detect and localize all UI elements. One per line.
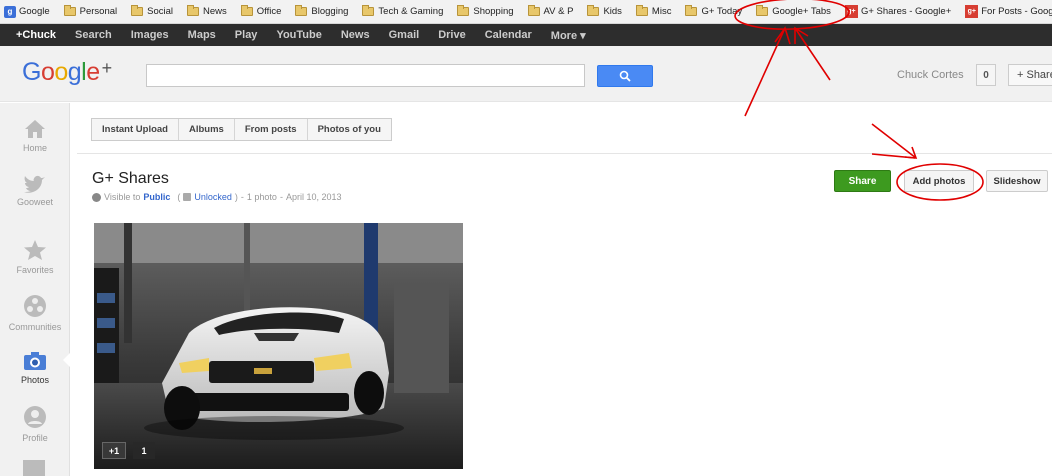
gbar-calendar-link[interactable]: Calendar	[485, 29, 532, 41]
gbar-images-link[interactable]: Images	[131, 29, 169, 41]
gbar-more-menu[interactable]: More ▾	[551, 29, 586, 42]
bookmark-tech-gaming[interactable]: Tech & Gaming	[358, 0, 447, 23]
gbar-search-link[interactable]: Search	[75, 29, 112, 41]
nav-item-home[interactable]: Home	[0, 119, 70, 153]
folder-icon	[635, 5, 648, 16]
add-photos-button[interactable]: Add photos	[904, 170, 974, 192]
nav-item-photos[interactable]: Photos	[0, 351, 70, 385]
user-name[interactable]: Chuck Cortes	[897, 69, 964, 81]
left-navigation: Home Gooweet Favorites Communities Photo…	[0, 103, 70, 476]
folder-icon	[587, 5, 600, 16]
bookmark-google-tabs[interactable]: Google+ Tabs	[752, 0, 835, 23]
share-box-button[interactable]: + Share	[1008, 64, 1052, 86]
search-button[interactable]	[597, 65, 653, 87]
google-icon: g	[4, 5, 16, 18]
nav-item-favorites[interactable]: Favorites	[0, 239, 70, 275]
folder-icon	[457, 5, 470, 16]
selected-nav-pointer	[63, 352, 71, 368]
photo-count: 1 photo	[246, 192, 277, 202]
gbar-news-link[interactable]: News	[341, 29, 370, 41]
communities-icon	[24, 295, 46, 317]
plus-one-button[interactable]: +1	[102, 442, 126, 459]
bookmark-office[interactable]: Office	[237, 0, 286, 23]
bookmark-g-shares[interactable]: g+ G+ Shares - Google+	[841, 0, 955, 23]
album-date: April 10, 2013	[285, 192, 342, 202]
folder-icon	[187, 5, 200, 16]
gbar-youtube-link[interactable]: YouTube	[276, 29, 321, 41]
folder-icon	[240, 5, 253, 16]
gplus-icon: g+	[965, 5, 979, 18]
bookmark-google[interactable]: g Google	[0, 0, 54, 23]
header: Google + Chuck Cortes 0 + Share	[0, 46, 1052, 102]
car-photo-image	[94, 223, 463, 469]
bookmark-for-posts[interactable]: g+For Posts - Google+	[961, 0, 1052, 23]
folder-icon	[131, 5, 144, 16]
bookmark-blogging[interactable]: Blogging	[291, 0, 352, 23]
bookmark-social[interactable]: Social	[127, 0, 177, 23]
gbar-play-link[interactable]: Play	[235, 29, 258, 41]
tab-instant-upload[interactable]: Instant Upload	[92, 119, 179, 140]
bookmark-personal[interactable]: Personal	[60, 0, 122, 23]
photos-subtabs: Instant Upload Albums From posts Photos …	[91, 118, 392, 141]
search-input[interactable]	[146, 64, 585, 87]
lock-icon	[183, 193, 192, 201]
nav-item-communities[interactable]: Communities	[0, 294, 70, 332]
divider	[77, 153, 1052, 154]
share-button[interactable]: Share	[834, 170, 891, 192]
tab-from-posts[interactable]: From posts	[235, 119, 308, 140]
nav-item-gooweet[interactable]: Gooweet	[0, 175, 70, 207]
plus-one-count: 1	[133, 442, 155, 459]
google-bar: +Chuck Search Images Maps Play YouTube N…	[0, 24, 1052, 46]
bookmark-news[interactable]: News	[183, 0, 231, 23]
tab-albums[interactable]: Albums	[179, 119, 235, 140]
gplus-icon: g+	[844, 5, 858, 18]
folder-icon	[685, 5, 698, 16]
google-plus-logo[interactable]: Google +	[22, 58, 112, 87]
bookmark-av-p[interactable]: AV & P	[524, 0, 578, 23]
gbar-maps-link[interactable]: Maps	[188, 29, 216, 41]
folder-icon	[527, 5, 540, 16]
bookmark-shopping[interactable]: Shopping	[453, 0, 517, 23]
folder-icon	[63, 5, 76, 16]
bird-icon	[24, 175, 45, 193]
globe-icon	[92, 192, 101, 202]
album-photo-thumbnail[interactable]	[94, 223, 463, 469]
more-nav-icon[interactable]	[23, 460, 45, 476]
lock-status-link[interactable]: Unlocked	[194, 192, 232, 202]
bookmark-g-today[interactable]: G+ Today	[681, 0, 746, 23]
gbar-drive-link[interactable]: Drive	[438, 29, 466, 41]
bookmark-misc[interactable]: Misc	[632, 0, 676, 23]
bookmark-kids[interactable]: Kids	[583, 0, 625, 23]
slideshow-button[interactable]: Slideshow	[986, 170, 1048, 192]
album-title: G+ Shares	[92, 170, 169, 187]
folder-icon	[362, 5, 375, 16]
search-icon	[619, 70, 631, 82]
gbar-profile-link[interactable]: +Chuck	[16, 29, 56, 41]
annotation-arrow-add-photos-2	[871, 153, 916, 159]
nav-item-profile[interactable]: Profile	[0, 405, 70, 443]
gbar-gmail-link[interactable]: Gmail	[389, 29, 420, 41]
album-meta: Visible to Public (Unlocked) - 1 photo -…	[92, 192, 341, 202]
folder-icon	[295, 5, 308, 16]
home-icon	[25, 120, 45, 138]
star-icon	[24, 240, 46, 260]
bookmarks-bar: g Google Personal Social News Office Blog…	[0, 0, 1052, 24]
notification-count[interactable]: 0	[976, 64, 996, 86]
audience-link[interactable]: Public	[143, 192, 170, 202]
folder-icon	[756, 5, 769, 16]
profile-icon	[24, 406, 46, 428]
camera-icon	[24, 352, 46, 370]
tab-photos-of-you[interactable]: Photos of you	[308, 119, 391, 140]
